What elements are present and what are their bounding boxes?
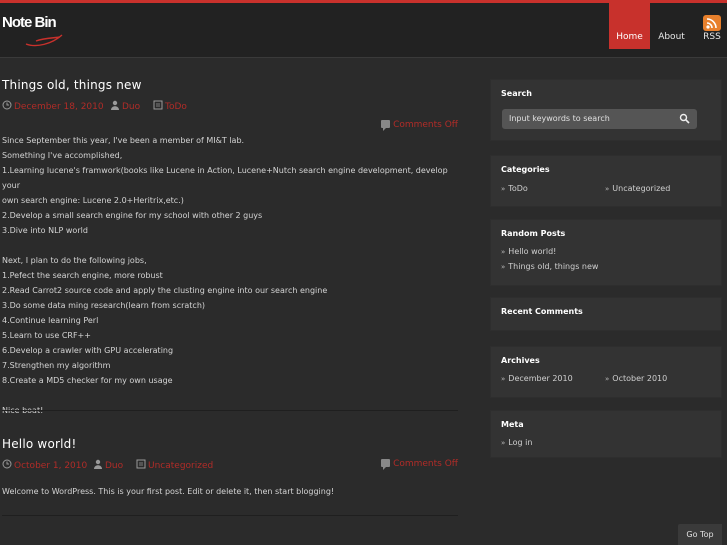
post-divider	[2, 515, 458, 516]
clock-icon	[2, 100, 12, 110]
recent-comments-widget: Recent Comments	[490, 297, 722, 331]
post-author[interactable]: Duo	[122, 102, 140, 112]
post-line: Something I've accomplished,	[2, 151, 123, 160]
post-date[interactable]: October 1, 2010	[14, 461, 87, 471]
post-body: Welcome to WordPress. This is your first…	[2, 484, 460, 499]
meta-widget: Meta » Log in	[490, 410, 722, 458]
categories-widget: Categories » ToDo » Uncategorized	[490, 155, 722, 207]
nav-about[interactable]: About	[656, 3, 687, 49]
post-line: 3.Dive into NLP world	[2, 226, 88, 235]
post-line: 4.Continue learning Perl	[2, 316, 99, 325]
post-line: Since September this year, I've been a m…	[2, 136, 245, 145]
widget-title: Random Posts	[501, 229, 566, 238]
post-category[interactable]: Uncategorized	[148, 461, 213, 471]
category-link[interactable]: » ToDo	[501, 184, 528, 193]
archives-widget: Archives » December 2010 » October 2010	[490, 346, 722, 398]
random-post-link[interactable]: » Things old, things new	[501, 262, 598, 271]
widget-title: Meta	[501, 420, 524, 429]
folder-icon	[136, 459, 146, 469]
post-author[interactable]: Duo	[105, 461, 123, 471]
post-line: Welcome to WordPress. This is your first…	[2, 487, 335, 496]
user-icon	[94, 459, 102, 469]
post-hello-world: Hello world! October 1, 2010 Duo Uncateg…	[0, 437, 460, 499]
post-comments: Comments Off	[381, 459, 458, 470]
comment-icon	[381, 120, 391, 131]
archive-link[interactable]: » October 2010	[605, 374, 667, 383]
post-line: 5.Learn to use CRF++	[2, 331, 91, 340]
clock-icon	[2, 459, 12, 469]
post-line: 1.Learning lucene's framwork(books like …	[2, 166, 448, 190]
post-line: 2.Read Carrot2 source code and apply the…	[2, 286, 328, 295]
post-meta: December 18, 2010 Duo ToDo Comments Off	[0, 100, 460, 131]
widget-title: Recent Comments	[501, 307, 583, 316]
post-line: 6.Develop a crawler with GPU acceleratin…	[2, 346, 174, 355]
user-icon	[111, 100, 119, 110]
search-input[interactable]: Input keywords to search	[502, 109, 697, 129]
widget-title: Search	[501, 89, 532, 98]
comment-icon	[381, 459, 391, 470]
login-link[interactable]: » Log in	[501, 438, 532, 447]
nav-rss[interactable]: RSS	[700, 3, 724, 49]
folder-icon	[153, 100, 163, 110]
post-category[interactable]: ToDo	[165, 102, 187, 112]
category-link[interactable]: » Uncategorized	[605, 184, 670, 193]
archive-link[interactable]: » December 2010	[501, 374, 573, 383]
post-line: 7.Strengthen my algorithm	[2, 361, 111, 370]
post-line: 2.Develop a small search engine for my s…	[2, 211, 263, 220]
logo-swoosh-icon	[25, 34, 63, 47]
post-line: 3.Do some data ming research(learn from …	[2, 301, 206, 310]
post-line	[2, 388, 460, 403]
nav-home[interactable]: Home	[609, 3, 650, 49]
post-line: 1.Pefect the search engine, more robust	[2, 271, 163, 280]
widget-title: Archives	[501, 356, 540, 365]
search-icon[interactable]	[679, 113, 690, 124]
post-line: 8.Create a MD5 checker for my own usage	[2, 376, 173, 385]
post-title[interactable]: Hello world!	[2, 437, 460, 451]
post-line: own search engine: Lucene 2.0+Heritrix,e…	[2, 196, 184, 205]
post-divider	[2, 410, 458, 411]
random-posts-widget: Random Posts » Hello world! » Things old, …	[490, 219, 722, 286]
widget-title: Categories	[501, 165, 550, 174]
site-logo[interactable]: Note Bin	[2, 14, 72, 58]
post-meta: October 1, 2010 Duo Uncategorized Commen…	[0, 459, 460, 473]
search-placeholder: Input keywords to search	[509, 114, 610, 123]
search-widget: Search Input keywords to search	[490, 79, 722, 141]
site-header: Note Bin Home About RSS	[0, 3, 727, 58]
post-date[interactable]: December 18, 2010	[14, 102, 104, 112]
logo-text: Note Bin	[2, 14, 57, 31]
post-line	[2, 238, 460, 253]
random-post-link[interactable]: » Hello world!	[501, 247, 556, 256]
post-title[interactable]: Things old, things new	[2, 78, 460, 92]
post-comments: Comments Off	[381, 120, 458, 131]
post-body: Since September this year, I've been a m…	[2, 133, 460, 418]
post-line: Next, I plan to do the following jobs,	[2, 256, 147, 265]
go-top-button[interactable]: Go Top	[678, 524, 722, 545]
post-things-old: Things old, things new December 18, 2010…	[0, 78, 460, 418]
